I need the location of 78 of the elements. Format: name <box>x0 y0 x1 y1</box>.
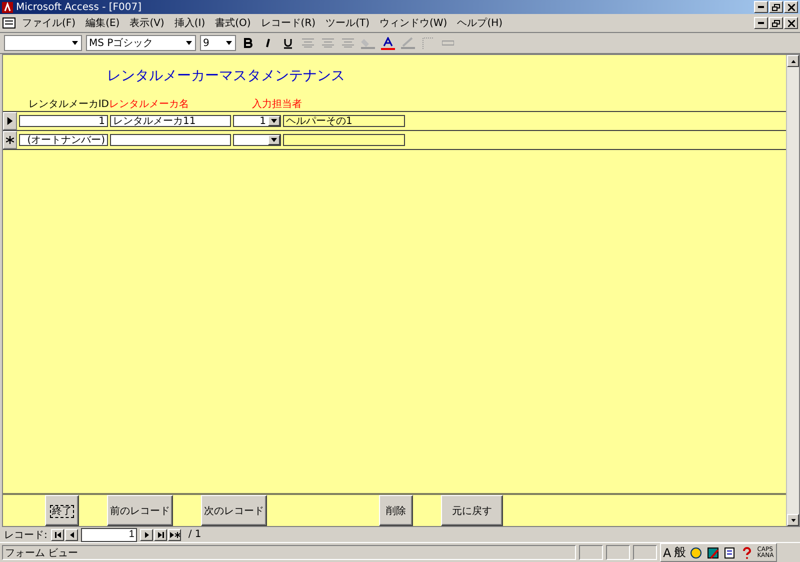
first-record-button[interactable] <box>51 528 64 540</box>
dropdown-button[interactable] <box>268 116 280 126</box>
font-color-icon[interactable] <box>380 35 396 51</box>
record-number-field[interactable]: 1 <box>81 528 138 542</box>
caret-icon <box>226 41 232 45</box>
name-field[interactable]: レンタルメーカ11 <box>110 115 231 127</box>
status-panel <box>579 545 603 560</box>
menu-item[interactable]: ウィンドウ(W) <box>375 16 452 30</box>
next-record-button[interactable] <box>140 528 154 540</box>
close-icon <box>788 4 794 10</box>
form-button[interactable]: 終了 <box>45 495 79 526</box>
form-button[interactable]: 次のレコード <box>201 495 267 526</box>
minimize-button[interactable] <box>754 1 768 13</box>
column-header: 入力担当者 <box>252 98 303 111</box>
status-text: フォーム ビュー <box>2 545 576 560</box>
scroll-down-button[interactable] <box>787 514 799 526</box>
font-size-dropdown[interactable]: 9 <box>200 35 236 51</box>
new-record-icon <box>170 532 180 538</box>
minimize-icon <box>758 6 764 8</box>
last-icon <box>158 532 164 538</box>
close-button[interactable] <box>784 1 798 13</box>
last-record-button[interactable] <box>154 528 168 540</box>
column-header: レンタルメーカID <box>27 98 109 111</box>
status-panel <box>606 545 630 560</box>
form-icon[interactable] <box>2 16 16 30</box>
status-panel <box>633 545 657 560</box>
first-icon <box>54 532 61 538</box>
ime-mode[interactable]: A <box>663 546 672 560</box>
form-button[interactable]: 前のレコード <box>107 495 173 526</box>
menu-item[interactable]: 書式(O) <box>211 16 255 30</box>
menu-item[interactable]: 挿入(I) <box>170 16 210 30</box>
record-label: レコード: <box>4 528 48 542</box>
form-title: レンタルメーカーマスタメンテナンス <box>107 67 346 86</box>
scroll-up-button[interactable] <box>787 55 799 67</box>
caret-icon <box>186 41 192 45</box>
menu-item[interactable]: 編集(E) <box>82 16 124 30</box>
down-arrow-icon <box>790 518 796 522</box>
staff-dropdown[interactable] <box>233 134 281 146</box>
id-field[interactable]: 1 <box>19 115 108 127</box>
new-record-button[interactable] <box>168 528 182 540</box>
restore-icon <box>772 20 780 26</box>
record-selector[interactable] <box>3 112 17 130</box>
font-name-dropdown[interactable]: MS Pゴシック <box>86 35 196 51</box>
menu-item[interactable]: 表示(V) <box>126 16 168 30</box>
caret-icon <box>271 138 277 142</box>
dropdown-button[interactable] <box>268 135 280 145</box>
next-icon <box>144 532 149 538</box>
caret-icon <box>72 41 78 45</box>
column-header: レンタルメーカ名 <box>109 98 190 111</box>
record-total: / 1 <box>188 529 202 540</box>
up-arrow-icon <box>790 60 796 62</box>
object-dropdown[interactable] <box>4 35 82 51</box>
menu-item[interactable]: ヘルプ(H) <box>453 16 507 30</box>
menu-item[interactable]: レコード(R) <box>256 16 320 30</box>
id-placeholder-field[interactable]: (オートナンバー) <box>19 134 108 146</box>
minimize-icon <box>758 22 764 24</box>
restore-icon <box>772 4 780 10</box>
ime-mode[interactable]: 般 <box>674 544 686 561</box>
close-button[interactable] <box>784 17 798 29</box>
minimize-button[interactable] <box>754 17 768 29</box>
app-icon <box>2 2 13 12</box>
staff-name-field: ヘルパーその1 <box>283 115 405 127</box>
record-selector[interactable] <box>3 131 17 149</box>
form-button[interactable]: 削除 <box>379 495 413 526</box>
form-button[interactable]: 元に戻す <box>441 495 503 526</box>
caret-icon <box>271 119 277 123</box>
current-record-icon <box>7 117 13 125</box>
staff-dropdown[interactable]: 1 <box>233 115 281 127</box>
name-field[interactable] <box>110 134 231 146</box>
line-color-icon[interactable] <box>400 35 416 51</box>
previous-record-button[interactable] <box>65 528 78 540</box>
restore-button[interactable] <box>769 1 783 13</box>
window-title: Microsoft Access - [F007] <box>16 2 143 12</box>
menu-item[interactable]: ファイル(F) <box>18 16 80 30</box>
previous-icon <box>70 532 74 538</box>
menu-item[interactable]: ツール(T) <box>322 16 374 30</box>
restore-button[interactable] <box>769 17 783 29</box>
close-icon <box>788 20 794 26</box>
